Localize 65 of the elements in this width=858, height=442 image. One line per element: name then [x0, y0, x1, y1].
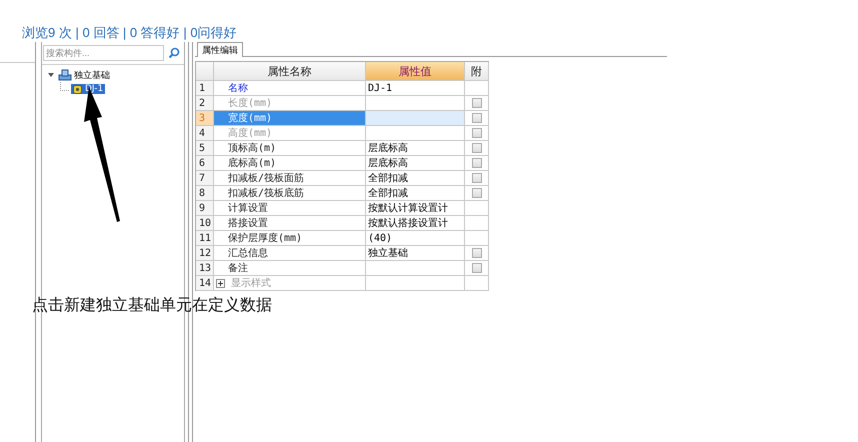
row-number: 1 — [196, 81, 214, 96]
row-number: 5 — [196, 141, 214, 156]
column-header: 属性名称 — [214, 62, 366, 81]
property-name: 底标高(m) — [228, 156, 276, 170]
block-icon — [58, 69, 72, 81]
view-stats: 浏览9 次 | 0 回答 | 0 答得好 | 0问得好 — [22, 24, 238, 42]
caption-text: 点击新建独立基础单元在定义数据 — [32, 295, 272, 316]
row-number: 14 — [196, 276, 214, 291]
checkbox[interactable] — [472, 263, 482, 273]
property-value[interactable]: 全部扣减 — [368, 186, 408, 200]
property-name: 顶标高(m) — [228, 142, 276, 155]
value-field[interactable] — [366, 261, 465, 276]
property-name: 长度(mm) — [228, 96, 272, 110]
tree-item[interactable]: 独立基础 — [72, 68, 112, 82]
checkbox[interactable] — [472, 158, 482, 168]
property-name: 计算设置 — [228, 202, 268, 215]
property-name: 名称 — [228, 82, 248, 95]
property-name: 显示样式 — [231, 276, 271, 290]
property-value[interactable]: 独立基础 — [368, 246, 408, 260]
property-value[interactable]: 按默认计算设置计 — [368, 201, 448, 215]
checkbox[interactable] — [472, 98, 482, 108]
row-number: 6 — [196, 156, 214, 171]
checkbox[interactable] — [472, 113, 482, 123]
property-name: 搭接设置 — [228, 216, 268, 230]
column-header: 附 — [465, 62, 489, 81]
property-name: 扣减板/筏板底筋 — [228, 186, 304, 200]
value-field[interactable] — [366, 126, 465, 141]
search-icon[interactable] — [168, 47, 180, 59]
property-value[interactable]: 层底标高 — [368, 141, 408, 155]
property-value[interactable]: 按默认搭接设置计 — [368, 216, 448, 230]
row-number: 8 — [196, 186, 214, 201]
search-field[interactable]: 搜索构件... — [43, 45, 164, 61]
row-number: 3 — [196, 111, 214, 126]
property-name: 保护层厚度(mm) — [228, 232, 302, 245]
row-number: 11 — [196, 231, 214, 246]
row-number: 10 — [196, 216, 214, 231]
property-value[interactable]: DJ-1 — [368, 82, 392, 94]
row-number: 9 — [196, 201, 214, 216]
header-cell — [196, 62, 214, 81]
row-number: 7 — [196, 171, 214, 186]
property-name: 宽度(mm) — [228, 112, 272, 125]
expand-toggle[interactable] — [48, 73, 54, 77]
row-number: 13 — [196, 261, 214, 276]
column-header: 属性值 — [366, 62, 465, 81]
gear-icon — [73, 84, 82, 94]
tab[interactable]: 属性编辑 — [197, 42, 243, 57]
property-name: 备注 — [228, 262, 248, 275]
checkbox[interactable] — [472, 188, 482, 198]
checkbox[interactable] — [472, 143, 482, 153]
row-number: 12 — [196, 246, 214, 261]
row-number: 4 — [196, 126, 214, 141]
checkbox[interactable] — [472, 248, 482, 258]
property-name: 高度(mm) — [228, 126, 272, 140]
property-name: 扣减板/筏板面筋 — [228, 172, 304, 185]
checkbox[interactable] — [472, 173, 482, 183]
row-number: 2 — [196, 96, 214, 111]
property-name: 汇总信息 — [228, 246, 268, 260]
expand-toggle[interactable] — [216, 278, 225, 288]
value-field[interactable] — [366, 111, 465, 126]
checkbox[interactable] — [472, 128, 482, 138]
property-value[interactable]: 层底标高 — [368, 156, 408, 170]
value-field[interactable] — [366, 276, 465, 291]
property-value[interactable]: (40) — [368, 232, 392, 244]
property-value[interactable]: 全部扣减 — [368, 171, 408, 185]
tree-item[interactable]: DJ-1 — [71, 84, 106, 94]
